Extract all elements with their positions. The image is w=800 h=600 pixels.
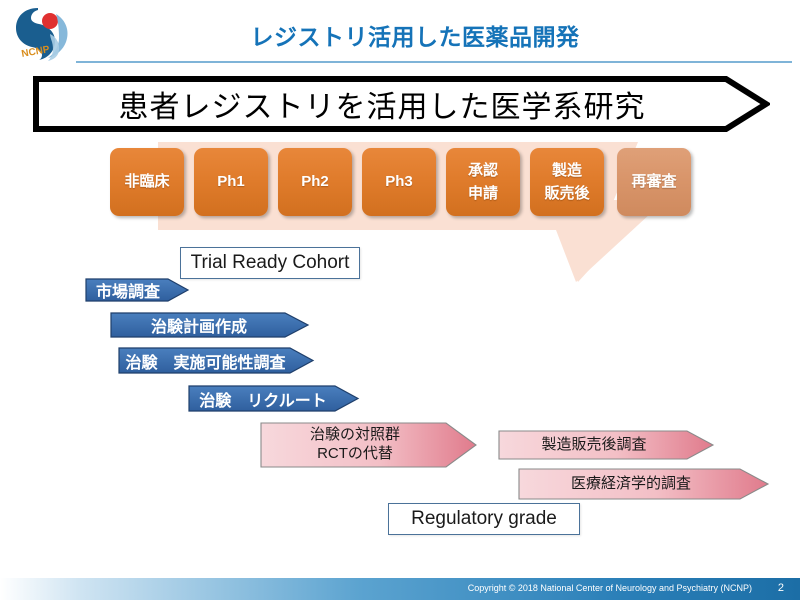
pink-arrow-post-marketing-survey[interactable]: 製造販売後調査 [498,430,715,460]
phase-box-phase-1[interactable]: Ph1 [194,148,268,216]
blue-arrow-feasibility-study[interactable]: 治験 実施可能性調査 [118,347,315,374]
phase-box-reexamination[interactable]: 再審査 [617,148,691,216]
blue-arrow-market-research[interactable]: 市場調査 [85,278,190,302]
phase-label: 製造 [551,161,582,179]
phase-box-post-market[interactable]: 製造 販売後 [530,148,604,216]
phase-label: 販売後 [544,185,590,202]
phase-label: 再審査 [631,173,677,191]
slide-canvas: NCNP レジストリ活用した医薬品開発 患者レジストリを活用した医学系研究 非臨… [0,0,800,600]
phase-label: 申請 [467,185,498,202]
label-box-text: Trial Ready Cohort [190,252,350,273]
blue-arrow-trial-planning[interactable]: 治験計画作成 [110,312,310,338]
pink-arrow-health-economics[interactable]: 医療経済学的調査 [518,468,770,500]
header-divider [76,61,792,63]
page-title: レジストリ活用した医薬品開発 [250,24,580,50]
blue-arrow-patient-recruitment[interactable]: 治験 リクルート [188,385,360,412]
phase-label: Ph2 [301,173,329,191]
label-box-regulatory-grade[interactable]: Regulatory grade [388,503,580,535]
footer-bar: Copyright © 2018 National Center of Neur… [0,578,800,600]
label-box-text: Regulatory grade [411,508,557,529]
ncnp-logo: NCNP [8,4,74,62]
phase-label: Ph1 [217,173,245,191]
pink-arrow-control-arm-rct[interactable]: 治験の対照群 RCTの代替 [260,422,478,468]
phase-box-non-clinical[interactable]: 非臨床 [110,148,184,216]
footer-page-number: 2 [777,582,784,594]
footer-copyright: Copyright © 2018 National Center of Neur… [467,583,752,593]
phase-label: Ph3 [385,173,413,191]
phase-label: 承認 [467,161,498,179]
banner-arrow-label: 患者レジストリを活用した医学系研究 [118,91,646,124]
banner-arrow: 患者レジストリを活用した医学系研究 [32,74,770,134]
phase-label: 非臨床 [124,173,170,191]
phase-box-approval[interactable]: 承認 申請 [446,148,520,216]
phase-box-phase-2[interactable]: Ph2 [278,148,352,216]
phase-box-phase-3[interactable]: Ph3 [362,148,436,216]
svg-text:NCNP: NCNP [21,44,51,60]
label-box-trial-ready-cohort[interactable]: Trial Ready Cohort [180,247,360,279]
